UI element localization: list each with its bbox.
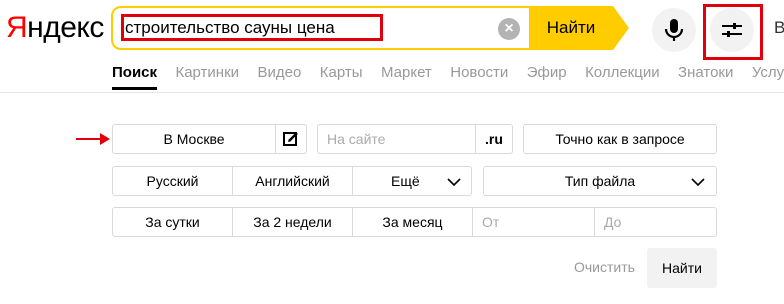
period-2weeks-label: За 2 недели [253, 214, 332, 230]
domain-button[interactable]: .ru [475, 124, 513, 154]
tab-services[interactable]: Услу [752, 62, 784, 84]
tab-news[interactable]: Новости [450, 62, 508, 84]
tab-znatoki[interactable]: Знатоки [678, 62, 733, 84]
lang-english-button[interactable]: Английский [232, 166, 353, 196]
lang-english-label: Английский [255, 173, 330, 189]
clear-button[interactable]: Очистить [574, 259, 635, 275]
search-tabs: Поиск Картинки Видео Карты Маркет Новост… [112, 62, 784, 90]
site-field[interactable]: На сайте [317, 124, 476, 154]
voice-search-button[interactable] [652, 8, 696, 52]
tab-maps[interactable]: Карты [320, 62, 363, 84]
advanced-find-label: Найти [662, 260, 702, 276]
chevron-down-icon [447, 178, 461, 187]
close-icon: × [504, 20, 514, 37]
microphone-icon [664, 19, 684, 41]
date-to-field[interactable]: До [594, 207, 717, 237]
date-to-placeholder: До [604, 214, 622, 230]
find-button-label: Найти [546, 18, 596, 37]
edit-icon [283, 132, 298, 146]
header-divider [0, 92, 784, 93]
query-highlight-annotation [121, 14, 383, 41]
tab-video[interactable]: Видео [258, 62, 302, 84]
settings-highlight-annotation [703, 4, 763, 60]
logo-first-letter: Я [6, 11, 28, 44]
yandex-logo[interactable]: Яндекс [6, 10, 104, 46]
truncated-header-text: В [774, 18, 784, 37]
domain-label: .ru [485, 131, 503, 147]
period-month-label: За месяц [382, 214, 443, 230]
chevron-down-icon [691, 178, 705, 187]
tab-images[interactable]: Картинки [175, 62, 239, 84]
advanced-find-button[interactable]: Найти [647, 248, 717, 288]
period-day-label: За сутки [145, 214, 200, 230]
period-day-button[interactable]: За сутки [112, 207, 233, 237]
tab-market[interactable]: Маркет [381, 62, 432, 84]
tab-efir[interactable]: Эфир [527, 62, 567, 84]
lang-more-select[interactable]: Ещё [352, 166, 472, 196]
date-from-field[interactable]: От [472, 207, 595, 237]
lang-more-label: Ещё [391, 173, 420, 189]
edit-region-button[interactable] [275, 124, 307, 154]
site-field-placeholder: На сайте [327, 131, 386, 147]
lang-russian-button[interactable]: Русский [112, 166, 233, 196]
find-button-arrow [613, 6, 629, 50]
period-month-button[interactable]: За месяц [352, 207, 473, 237]
lang-russian-label: Русский [146, 173, 199, 189]
annotation-arrow-head [100, 133, 110, 145]
date-from-placeholder: От [482, 214, 500, 230]
file-type-label: Тип файла [564, 173, 636, 189]
logo-rest: ндекс [27, 11, 104, 44]
region-button[interactable]: В Москве [112, 124, 276, 154]
find-button[interactable]: Найти [529, 6, 613, 50]
tab-search[interactable]: Поиск [112, 62, 158, 90]
period-2weeks-button[interactable]: За 2 недели [232, 207, 353, 237]
tab-collections[interactable]: Коллекции [585, 62, 660, 84]
clear-query-button[interactable]: × [498, 18, 520, 40]
exact-match-label: Точно как в запросе [555, 131, 685, 147]
region-button-label: В Москве [163, 131, 225, 147]
file-type-select[interactable]: Тип файла [483, 166, 717, 196]
exact-match-button[interactable]: Точно как в запросе [523, 124, 717, 154]
